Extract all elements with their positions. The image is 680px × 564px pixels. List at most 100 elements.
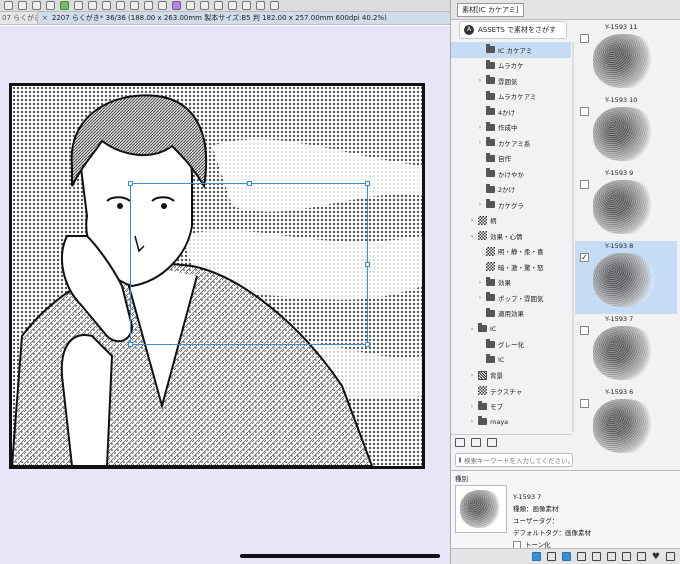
tool-icon[interactable] [46,1,55,10]
tree-item[interactable]: ムラカケアミ [451,89,571,105]
close-icon[interactable]: × [42,12,48,24]
small-thumbnail-icon[interactable] [576,552,586,561]
tree-item[interactable]: › 作成中 [451,120,571,136]
tree-item[interactable]: 適用効果 [451,306,571,322]
tool-icon[interactable] [186,1,195,10]
tab-previous-document[interactable]: 07 らくがき [0,12,38,24]
caret-icon[interactable]: › [469,403,475,410]
material-thumbnail[interactable]: Y-1593 6 [575,387,677,457]
tree-item[interactable]: かけやか [451,166,571,182]
caret-icon[interactable]: › [469,217,475,224]
circle-icon[interactable] [636,552,646,561]
resize-handle[interactable] [365,181,370,186]
tool-icon[interactable] [88,1,97,10]
caret-icon[interactable]: › [477,124,483,131]
tree-item[interactable]: ⌄ 効果・心情 [451,228,571,244]
tool-icon[interactable] [144,1,153,10]
tree-item[interactable]: › カケアミ系 [451,135,571,151]
material-checkbox[interactable] [580,399,589,408]
material-checkbox[interactable] [580,34,589,43]
tool-icon[interactable] [60,1,69,10]
caret-icon[interactable]: › [477,294,483,301]
tree-item[interactable]: IC カケアミ [451,42,571,58]
tool-icon[interactable] [102,1,111,10]
material-thumbnail[interactable]: Y-1593 11 [575,22,677,95]
canvas-area[interactable] [0,26,450,564]
tab-current-document[interactable]: × 2207 らくがき* 36/36 (188.00 x 263.00mm 製本… [38,12,450,24]
caret-icon[interactable]: › [469,372,475,379]
transform-selection-frame[interactable] [128,181,370,347]
tool-icon[interactable] [214,1,223,10]
tree-item[interactable]: 自作 [451,151,571,167]
tree-item[interactable]: › カケグラ [451,197,571,213]
tool-icon[interactable] [130,1,139,10]
resize-handle[interactable] [365,262,370,267]
search-input[interactable]: 検索キーワードを入力してください。 [455,453,573,467]
tree-item[interactable]: 明・静・柔・喜 [451,244,571,260]
tool-icon[interactable] [172,1,181,10]
material-thumbnail[interactable]: Y-1593 7 [575,314,677,387]
material-thumbnail[interactable]: Y-1593 10 [575,95,677,168]
tree-item[interactable]: ⌄ IC [451,321,571,337]
material-checkbox[interactable] [580,326,589,335]
splitter[interactable] [572,42,574,432]
tree-item[interactable]: › モブ [451,399,571,415]
tool-icon[interactable] [32,1,41,10]
tool-icon[interactable] [74,1,83,10]
tool-icon[interactable] [228,1,237,10]
tool-icon[interactable] [242,1,251,10]
tree-item[interactable]: 2かけ [451,182,571,198]
caret-icon[interactable]: › [477,201,483,208]
new-folder-icon[interactable] [455,438,465,447]
tool-icon[interactable] [270,1,279,10]
material-thumbnail[interactable]: Y-1593 8 ✓ [575,241,677,314]
caret-icon[interactable]: › [477,77,483,84]
resize-handle[interactable] [247,181,252,186]
settings-icon[interactable] [621,552,631,561]
tree-item[interactable]: 4かけ [451,104,571,120]
caret-icon[interactable]: › [477,139,483,146]
material-thumbnail[interactable]: Y-1593 9 [575,168,677,241]
folder-settings-icon[interactable] [471,438,481,447]
list-view-icon[interactable] [546,552,556,561]
material-checkbox[interactable] [580,107,589,116]
tool-icon[interactable] [158,1,167,10]
tree-item[interactable]: › maya [451,414,571,430]
tree-item[interactable]: › ポップ・雰囲気 [451,290,571,306]
material-checkbox[interactable]: ✓ [580,253,589,262]
caret-icon[interactable]: › [477,279,483,286]
tool-icon[interactable] [18,1,27,10]
trash-icon[interactable] [666,552,675,561]
horizontal-scrollbar[interactable] [240,554,440,558]
material-checkbox[interactable] [580,180,589,189]
resize-handle[interactable] [128,181,133,186]
thumbnail-view-icon[interactable] [561,552,571,561]
tree-item[interactable]: ›ポリゴン [451,430,571,432]
caret-icon[interactable]: ⌄ [469,232,475,239]
assets-search-button[interactable]: A ASSETS で素材をさがす [459,21,567,39]
tree-item[interactable]: IC [451,352,571,368]
tree-item[interactable]: グレー化 [451,337,571,353]
resize-handle[interactable] [365,342,370,347]
caret-icon[interactable]: ⌄ [469,325,475,332]
tree-item[interactable]: › 効果 [451,275,571,291]
paste-material-icon[interactable] [531,552,541,561]
tool-icon[interactable] [4,1,13,10]
tree-item[interactable]: 暗・激・驚・怒 [451,259,571,275]
caret-icon[interactable]: › [469,418,475,425]
grid-view-icon[interactable] [591,552,601,561]
tool-icon[interactable] [116,1,125,10]
resize-handle[interactable] [128,342,133,347]
tree-item[interactable]: › 柄 [451,213,571,229]
tool-icon[interactable] [200,1,209,10]
panel-title[interactable]: 素材[IC カケアミ] [457,2,524,17]
tree-item[interactable]: ムラカケ [451,58,571,74]
tree-item[interactable]: › 背景 [451,368,571,384]
tree-item[interactable]: › 雰囲気 [451,73,571,89]
copy-icon[interactable] [606,552,616,561]
favorite-heart-icon[interactable]: ♥ [652,552,660,562]
tone-swatch [593,399,655,453]
tree-item[interactable]: テクスチャ [451,383,571,399]
edit-folder-icon[interactable] [487,438,497,447]
tool-icon[interactable] [256,1,265,10]
